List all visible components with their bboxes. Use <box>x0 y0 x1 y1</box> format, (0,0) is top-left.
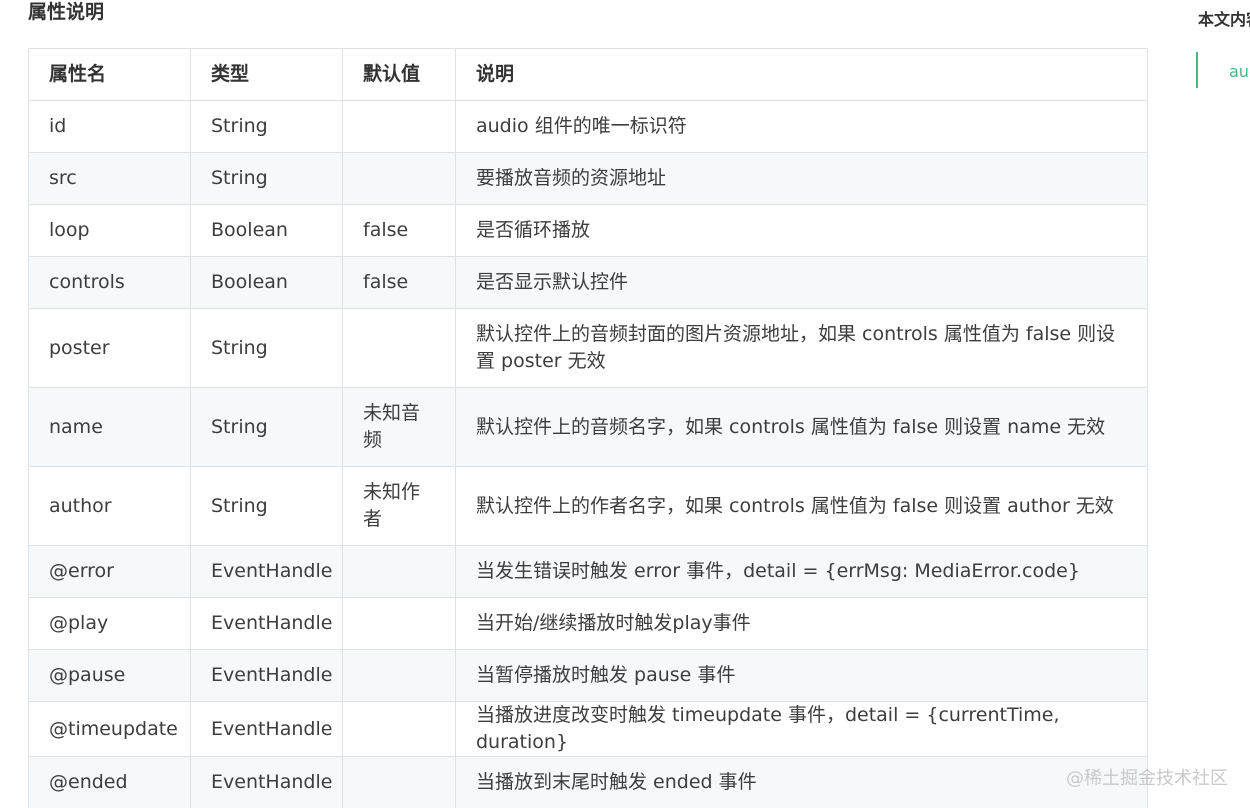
cell-type: EventHandle <box>190 701 343 757</box>
cell-default-value: false <box>342 256 456 309</box>
table-header-row: 属性名 类型 默认值 说明 <box>28 48 1148 101</box>
table-row: @play EventHandle 当开始/继续播放时触发play事件 <box>28 597 1148 650</box>
cell-type: EventHandle <box>190 597 343 650</box>
cell-description: 当暂停播放时触发 pause 事件 <box>455 649 1148 702</box>
cell-default-value <box>342 545 456 598</box>
table-row: @pause EventHandle 当暂停播放时触发 pause 事件 <box>28 649 1148 702</box>
cell-type: EventHandle <box>190 545 343 598</box>
cell-default-value <box>342 308 456 388</box>
cell-type: String <box>190 152 343 205</box>
cell-default-value <box>342 597 456 650</box>
cell-type: String <box>190 466 343 546</box>
cell-description: 默认控件上的音频封面的图片资源地址，如果 controls 属性值为 false… <box>455 308 1148 388</box>
cell-attribute-name: controls <box>28 256 191 309</box>
cell-type: EventHandle <box>190 756 343 808</box>
table-row: controls Boolean false 是否显示默认控件 <box>28 256 1148 309</box>
cell-description: 是否循环播放 <box>455 204 1148 257</box>
table-row: poster String 默认控件上的音频封面的图片资源地址，如果 contr… <box>28 308 1148 388</box>
cell-attribute-name: src <box>28 152 191 205</box>
table-row: loop Boolean false 是否循环播放 <box>28 204 1148 257</box>
cell-type: String <box>190 387 343 467</box>
page: 属性说明 属性名 类型 默认值 说明 id String audio 组件的唯一… <box>0 0 1250 808</box>
cell-description: 是否显示默认控件 <box>455 256 1148 309</box>
table-row: author String 未知作者 默认控件上的作者名字，如果 control… <box>28 466 1148 546</box>
cell-description: 要播放音频的资源地址 <box>455 152 1148 205</box>
cell-attribute-name: @pause <box>28 649 191 702</box>
header-type: 类型 <box>190 48 343 101</box>
table-of-contents: 本文内容 audio <box>1196 0 1250 100</box>
cell-attribute-name: @play <box>28 597 191 650</box>
cell-type: Boolean <box>190 204 343 257</box>
cell-description: 当发生错误时触发 error 事件，detail = {errMsg: Medi… <box>455 545 1148 598</box>
cell-attribute-name: id <box>28 100 191 153</box>
cell-default-value <box>342 649 456 702</box>
table-row: @timeupdate EventHandle 当播放进度改变时触发 timeu… <box>28 701 1148 757</box>
cell-description: 当播放到末尾时触发 ended 事件 <box>455 756 1148 808</box>
header-default-value: 默认值 <box>342 48 456 101</box>
cell-attribute-name: author <box>28 466 191 546</box>
cell-default-value <box>342 100 456 153</box>
header-description: 说明 <box>455 48 1148 101</box>
cell-attribute-name: poster <box>28 308 191 388</box>
cell-default-value: 未知作者 <box>342 466 456 546</box>
table-row: src String 要播放音频的资源地址 <box>28 152 1148 205</box>
cell-attribute-name: @timeupdate <box>28 701 191 757</box>
header-attribute-name: 属性名 <box>28 48 191 101</box>
table-row: @error EventHandle 当发生错误时触发 error 事件，det… <box>28 545 1148 598</box>
cell-attribute-name: @error <box>28 545 191 598</box>
table-row: @ended EventHandle 当播放到末尾时触发 ended 事件 <box>28 756 1148 808</box>
cell-default-value: false <box>342 204 456 257</box>
cell-description: 默认控件上的音频名字，如果 controls 属性值为 false 则设置 na… <box>455 387 1148 467</box>
cell-type: Boolean <box>190 256 343 309</box>
cell-type: String <box>190 308 343 388</box>
cell-default-value <box>342 152 456 205</box>
table-row: name String 未知音频 默认控件上的音频名字，如果 controls … <box>28 387 1148 467</box>
cell-type: EventHandle <box>190 649 343 702</box>
toc-title: 本文内容 <box>1198 10 1250 29</box>
cell-attribute-name: loop <box>28 204 191 257</box>
cell-description: 当播放进度改变时触发 timeupdate 事件，detail = {curre… <box>455 701 1148 757</box>
cell-default-value <box>342 701 456 757</box>
cell-description: 当开始/继续播放时触发play事件 <box>455 597 1148 650</box>
attribute-table: 属性名 类型 默认值 说明 id String audio 组件的唯一标识符 s… <box>28 48 1148 808</box>
table-row: id String audio 组件的唯一标识符 <box>28 100 1148 153</box>
cell-type: String <box>190 100 343 153</box>
section-title: 属性说明 <box>28 1 105 23</box>
cell-description: 默认控件上的作者名字，如果 controls 属性值为 false 则设置 au… <box>455 466 1148 546</box>
toc-item-audio[interactable]: audio <box>1229 62 1250 81</box>
cell-attribute-name: @ended <box>28 756 191 808</box>
cell-attribute-name: name <box>28 387 191 467</box>
watermark: @稀土掘金技术社区 <box>1066 768 1228 789</box>
cell-description: audio 组件的唯一标识符 <box>455 100 1148 153</box>
toc-active-indicator <box>1196 52 1198 88</box>
cell-default-value: 未知音频 <box>342 387 456 467</box>
cell-default-value <box>342 756 456 808</box>
